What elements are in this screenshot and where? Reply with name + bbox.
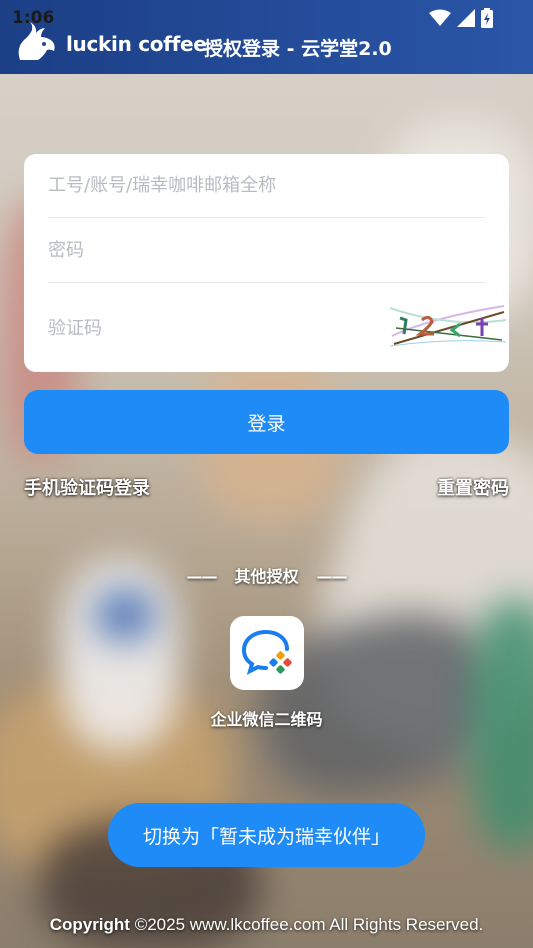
- password-input[interactable]: [48, 219, 485, 282]
- status-icons: [429, 8, 493, 28]
- captcha-image[interactable]: [390, 298, 506, 348]
- wifi-icon: [429, 9, 451, 26]
- deer-logo-icon: [18, 22, 55, 60]
- account-field: [48, 154, 485, 218]
- copyright-text: ©2025 www.lkcoffee.com All Rights Reserv…: [129, 915, 484, 934]
- reset-password-link[interactable]: 重置密码: [437, 474, 509, 500]
- login-card: [24, 154, 509, 372]
- sms-login-link[interactable]: 手机验证码登录: [24, 474, 150, 500]
- other-auth-title: 其他授权: [234, 567, 299, 586]
- captcha-field: [48, 284, 506, 372]
- account-input[interactable]: [48, 154, 485, 217]
- captcha-input[interactable]: [48, 284, 348, 372]
- switch-identity-button[interactable]: 切换为「暂未成为瑞幸伙伴」: [108, 803, 425, 867]
- copyright-label: Copyright: [49, 915, 130, 934]
- wework-button[interactable]: [230, 616, 304, 690]
- battery-icon: [481, 8, 493, 28]
- cell-signal-icon: [457, 9, 475, 27]
- app-header: 1:06 luckin coffee 授权登录 - 云学堂2.0: [0, 0, 533, 74]
- brand-name: luckin coffee: [66, 32, 207, 56]
- copyright-footer: Copyright ©2025 www.lkcoffee.com All Rig…: [0, 915, 533, 935]
- divider-left: ——: [186, 567, 217, 586]
- login-button[interactable]: 登录: [24, 390, 509, 454]
- page-title: 授权登录 - 云学堂2.0: [204, 38, 392, 60]
- other-auth-heading: —— 其他授权 ——: [0, 563, 533, 587]
- password-field: [48, 219, 485, 283]
- wework-label: 企业微信二维码: [210, 710, 323, 729]
- wework-icon: [241, 630, 292, 675]
- divider-right: ——: [316, 567, 348, 586]
